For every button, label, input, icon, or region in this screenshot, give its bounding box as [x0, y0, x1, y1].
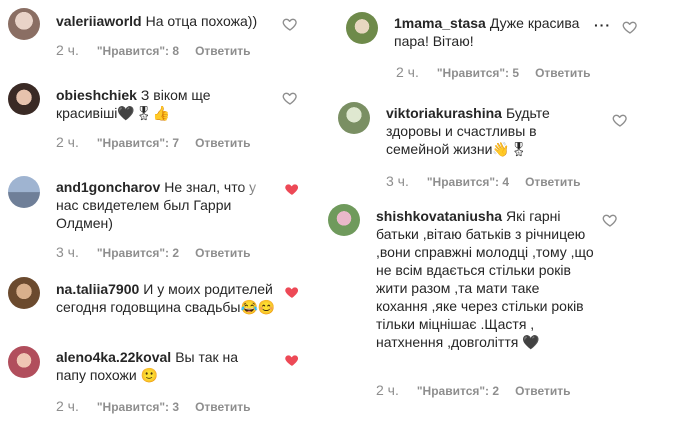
reply-button[interactable]: Ответить — [195, 400, 250, 414]
heart-icon[interactable] — [284, 352, 300, 368]
comment-time[interactable]: 3 ч. — [56, 244, 79, 260]
comment-time[interactable]: 2 ч. — [56, 134, 79, 150]
likes-count[interactable]: "Нравится": 2 — [417, 384, 499, 398]
comment-text: Які гарні батьки ,вітаю батьків з річниц… — [376, 208, 594, 350]
reply-button[interactable]: Ответить — [195, 44, 250, 58]
comment-text: На отца похожа)) — [145, 13, 258, 29]
reply-button[interactable]: Ответить — [195, 136, 250, 150]
likes-count[interactable]: "Нравится": 8 — [97, 44, 179, 58]
likes-count[interactable]: "Нравится": 5 — [437, 66, 519, 80]
text-fade — [240, 346, 280, 368]
more-options-icon[interactable]: ··· — [594, 17, 611, 33]
avatar[interactable] — [8, 8, 40, 40]
comment-username[interactable]: na.taliia7900 — [56, 281, 139, 297]
comment-username[interactable]: aleno4ka.22koval — [56, 349, 171, 365]
heart-icon[interactable] — [284, 181, 300, 197]
heart-icon[interactable] — [622, 19, 638, 35]
heart-icon[interactable] — [602, 212, 618, 228]
comment-time[interactable]: 3 ч. — [386, 173, 409, 189]
reply-button[interactable]: Ответить — [515, 384, 570, 398]
heart-icon[interactable] — [282, 16, 298, 32]
likes-count[interactable]: "Нравится": 4 — [427, 175, 509, 189]
comment-username[interactable]: and1goncharov — [56, 179, 160, 195]
avatar[interactable] — [346, 12, 378, 44]
heart-icon[interactable] — [284, 284, 300, 300]
avatar[interactable] — [8, 277, 40, 309]
heart-icon[interactable] — [282, 90, 298, 106]
comment-time[interactable]: 2 ч. — [56, 42, 79, 58]
reply-button[interactable]: Ответить — [525, 175, 580, 189]
text-fade — [240, 176, 280, 198]
comment-time[interactable]: 2 ч. — [376, 382, 399, 398]
avatar[interactable] — [8, 83, 40, 115]
comment-username[interactable]: valeriiaworld — [56, 13, 142, 29]
likes-count[interactable]: "Нравится": 7 — [97, 136, 179, 150]
comment-username[interactable]: obieshchiek — [56, 87, 137, 103]
comment-username[interactable]: shishkovataniusha — [376, 208, 502, 224]
avatar[interactable] — [8, 176, 40, 208]
comment-username[interactable]: 1mama_stasa — [394, 15, 486, 31]
avatar[interactable] — [338, 102, 370, 134]
heart-icon[interactable] — [612, 112, 628, 128]
avatar[interactable] — [8, 346, 40, 378]
avatar[interactable] — [328, 204, 360, 236]
comment-username[interactable]: viktoriakurashina — [386, 105, 502, 121]
comment-time[interactable]: 2 ч. — [396, 64, 419, 80]
likes-count[interactable]: "Нравится": 3 — [97, 400, 179, 414]
reply-button[interactable]: Ответить — [195, 246, 250, 260]
likes-count[interactable]: "Нравится": 2 — [97, 246, 179, 260]
comment-time[interactable]: 2 ч. — [56, 398, 79, 414]
reply-button[interactable]: Ответить — [535, 66, 590, 80]
